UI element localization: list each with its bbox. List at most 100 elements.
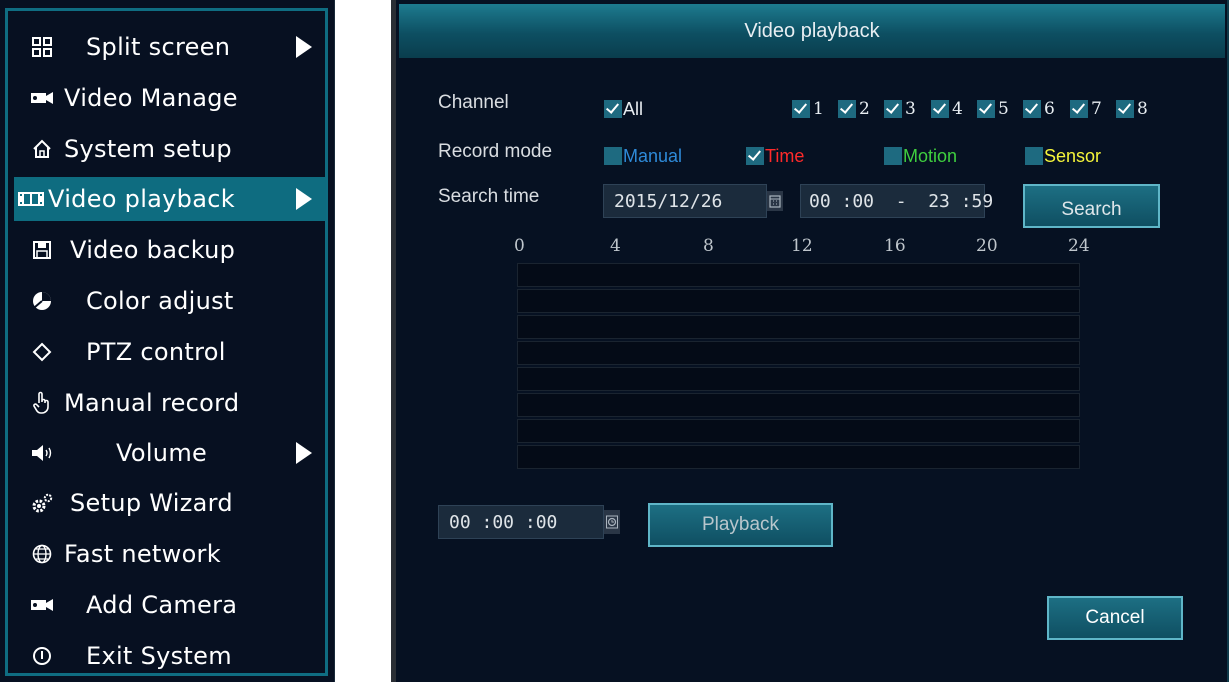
mode-motion-checkbox[interactable] bbox=[884, 147, 902, 165]
timeline-row[interactable] bbox=[517, 393, 1080, 417]
menu-item-fast-network[interactable]: Fast network bbox=[14, 532, 326, 576]
mode-manual-checkbox[interactable] bbox=[604, 147, 622, 165]
submenu-arrow-icon bbox=[296, 442, 312, 464]
power-icon bbox=[22, 634, 62, 678]
mode-sensor-label: Sensor bbox=[1044, 146, 1102, 166]
mode-motion-label: Motion bbox=[903, 146, 958, 166]
timeline-row[interactable] bbox=[517, 445, 1080, 469]
globe-icon bbox=[22, 532, 62, 576]
menu-item-exit-system[interactable]: Exit System bbox=[14, 634, 326, 678]
channel-8-checkbox[interactable] bbox=[1116, 100, 1134, 118]
menu-item-manual-record[interactable]: Manual record bbox=[14, 381, 326, 425]
menu-item-label: Video Manage bbox=[64, 84, 238, 112]
timeline-row[interactable] bbox=[517, 263, 1080, 287]
timeline-tick: 24 bbox=[1068, 236, 1090, 256]
main-menu: Split screen Video Manage System setup V… bbox=[0, 0, 335, 682]
channel-5-label: 5 bbox=[998, 99, 1009, 119]
home-icon bbox=[22, 127, 62, 171]
timeline-row[interactable] bbox=[517, 289, 1080, 313]
channel-1-label: 1 bbox=[813, 99, 824, 119]
split-screen-icon bbox=[22, 25, 62, 69]
menu-item-add-camera[interactable]: Add Camera bbox=[14, 583, 326, 627]
timeline-tick: 0 bbox=[514, 236, 525, 256]
channel-7-checkbox[interactable] bbox=[1070, 100, 1088, 118]
search-button[interactable]: Search bbox=[1023, 184, 1160, 228]
color-palette-icon bbox=[22, 279, 62, 323]
menu-item-label: Color adjust bbox=[86, 287, 234, 315]
channel-3-checkbox[interactable] bbox=[884, 100, 902, 118]
film-icon bbox=[14, 177, 48, 221]
timeline-tick: 16 bbox=[884, 236, 906, 256]
menu-item-label: Video playback bbox=[48, 185, 235, 213]
timeline-row[interactable] bbox=[517, 419, 1080, 443]
camera-icon bbox=[22, 76, 62, 120]
channel-2-checkbox[interactable] bbox=[838, 100, 856, 118]
clock-icon[interactable] bbox=[604, 510, 620, 534]
date-value: 2015/12/26 bbox=[614, 190, 723, 212]
menu-item-volume[interactable]: Volume bbox=[14, 431, 326, 475]
mode-time-checkbox[interactable] bbox=[746, 147, 764, 165]
menu-item-label: Video backup bbox=[70, 236, 236, 264]
channel-4-label: 4 bbox=[952, 99, 963, 119]
gears-icon bbox=[22, 481, 62, 525]
record-mode-label: Record mode bbox=[438, 141, 553, 162]
channel-label: Channel bbox=[438, 92, 509, 113]
mode-sensor-checkbox[interactable] bbox=[1025, 147, 1043, 165]
channel-3-label: 3 bbox=[905, 99, 916, 119]
timeline-grid[interactable] bbox=[517, 263, 1080, 469]
playback-time-field[interactable]: 00 :00 :00 bbox=[438, 505, 604, 539]
channel-all-checkbox[interactable] bbox=[604, 100, 622, 118]
timeline-tick: 8 bbox=[703, 236, 714, 256]
channel-6-label: 6 bbox=[1044, 99, 1055, 119]
calendar-icon[interactable] bbox=[767, 191, 783, 211]
search-time-label: Search time bbox=[438, 186, 540, 207]
mode-time-label: Time bbox=[765, 146, 805, 166]
channel-5-checkbox[interactable] bbox=[977, 100, 995, 118]
menu-item-label: Setup Wizard bbox=[70, 489, 233, 517]
hand-pointer-icon bbox=[22, 381, 62, 425]
timeline-tick: 4 bbox=[610, 236, 621, 256]
menu-item-video-backup[interactable]: Video backup bbox=[14, 228, 326, 272]
channel-7-label: 7 bbox=[1091, 99, 1102, 119]
channel-4-checkbox[interactable] bbox=[931, 100, 949, 118]
menu-item-label: System setup bbox=[64, 135, 232, 163]
time-range-field[interactable]: 00 :00 - 23 :59 bbox=[800, 184, 993, 218]
dialog-title: Video playback bbox=[399, 4, 1225, 58]
submenu-arrow-icon bbox=[296, 36, 312, 58]
menu-item-ptz-control[interactable]: PTZ control bbox=[14, 330, 326, 374]
menu-item-label: PTZ control bbox=[86, 338, 226, 366]
menu-item-label: Exit System bbox=[86, 642, 232, 670]
mode-manual-label: Manual bbox=[623, 146, 683, 166]
timeline-row[interactable] bbox=[517, 341, 1080, 365]
menu-item-label: Manual record bbox=[64, 389, 240, 417]
menu-item-label: Fast network bbox=[64, 540, 221, 568]
timeline-row[interactable] bbox=[517, 367, 1080, 391]
time-range-value: 00 :00 - 23 :59 bbox=[809, 190, 994, 212]
cancel-button[interactable]: Cancel bbox=[1047, 596, 1183, 640]
floppy-disk-icon bbox=[22, 228, 62, 272]
timeline-tick: 12 bbox=[791, 236, 813, 256]
speaker-icon bbox=[22, 431, 62, 475]
menu-item-color-adjust[interactable]: Color adjust bbox=[14, 279, 326, 323]
channel-1-checkbox[interactable] bbox=[792, 100, 810, 118]
channel-2-label: 2 bbox=[859, 99, 870, 119]
camera-icon bbox=[22, 583, 62, 627]
menu-item-video-playback[interactable]: Video playback bbox=[14, 177, 326, 221]
menu-item-label: Volume bbox=[116, 439, 208, 467]
playback-button[interactable]: Playback bbox=[648, 503, 833, 547]
playback-time-value: 00 :00 :00 bbox=[449, 511, 558, 533]
menu-item-label: Split screen bbox=[86, 33, 231, 61]
menu-item-video-manage[interactable]: Video Manage bbox=[14, 76, 326, 120]
channel-6-checkbox[interactable] bbox=[1023, 100, 1041, 118]
channel-all-label: All bbox=[623, 99, 644, 119]
menu-item-label: Add Camera bbox=[86, 591, 238, 619]
timeline-row[interactable] bbox=[517, 315, 1080, 339]
menu-item-system-setup[interactable]: System setup bbox=[14, 127, 326, 171]
menu-item-split-screen[interactable]: Split screen bbox=[14, 25, 326, 69]
channel-8-label: 8 bbox=[1137, 99, 1148, 119]
ptz-control-icon bbox=[22, 330, 62, 374]
timeline-tick: 20 bbox=[976, 236, 998, 256]
submenu-arrow-icon bbox=[296, 188, 312, 210]
date-field[interactable]: 2015/12/26 bbox=[603, 184, 767, 218]
menu-item-setup-wizard[interactable]: Setup Wizard bbox=[14, 481, 326, 525]
